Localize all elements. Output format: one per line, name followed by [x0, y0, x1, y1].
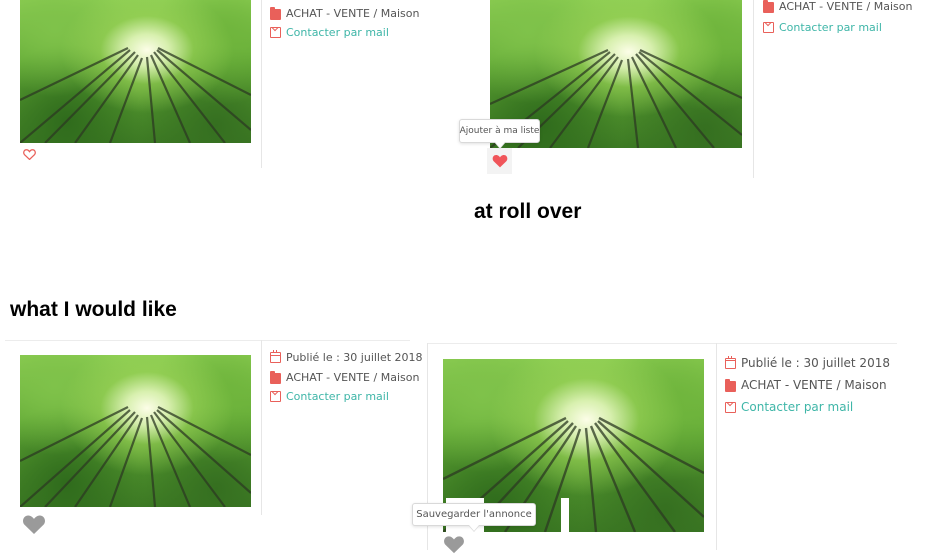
published-text: Publié le : 30 juillet 2018: [286, 351, 423, 364]
contact-link[interactable]: Contacter par mail: [779, 21, 882, 34]
tree-trunks: [20, 406, 251, 507]
tooltip-text: Sauvegarder l'annonce: [416, 509, 532, 520]
photo-gap-strip: [561, 498, 569, 533]
calendar-icon: [725, 355, 736, 369]
contact-row[interactable]: Contacter par mail: [270, 26, 389, 39]
contact-link[interactable]: Contacter par mail: [286, 390, 389, 403]
listing-card-top-right: ACHAT - VENTE / Maison Contacter par mai…: [475, 0, 930, 178]
tree-trunks: [20, 47, 251, 143]
folder-icon: [725, 378, 736, 392]
contact-link[interactable]: Contacter par mail: [741, 400, 853, 414]
contact-link[interactable]: Contacter par mail: [286, 26, 389, 39]
tooltip-save-listing: Sauvegarder l'annonce: [412, 503, 536, 532]
envelope-icon: [270, 391, 281, 402]
heart-icon[interactable]: [22, 514, 46, 535]
listing-card-top-left: ACHAT - VENTE / Maison Contacter par mai…: [5, 0, 419, 168]
heart-icon[interactable]: [443, 535, 465, 554]
caption-rollover: at roll over: [474, 200, 582, 223]
envelope-icon: [763, 22, 774, 33]
category-row: ACHAT - VENTE / Maison: [270, 371, 419, 384]
contact-row[interactable]: Contacter par mail: [725, 400, 853, 414]
heart-icon[interactable]: [23, 149, 36, 160]
folder-icon: [270, 371, 281, 384]
contact-row[interactable]: Contacter par mail: [763, 21, 882, 34]
category-text: ACHAT - VENTE / Maison: [286, 7, 420, 20]
published-row: Publié le : 30 juillet 2018: [725, 355, 890, 370]
forest-photo[interactable]: [20, 0, 251, 143]
category-text: ACHAT - VENTE / Maison: [779, 0, 913, 13]
heart-icon[interactable]: [492, 154, 508, 168]
listing-card-bottom-left: Publié le : 30 juillet 2018 ACHAT - VENT…: [5, 340, 423, 534]
caption-wish: what I would like: [10, 298, 177, 321]
tooltip-text: Ajouter à ma liste: [459, 126, 540, 136]
category-row: ACHAT - VENTE / Maison: [725, 378, 887, 392]
published-text: Publié le : 30 juillet 2018: [741, 356, 890, 370]
category-text: ACHAT - VENTE / Maison: [741, 378, 887, 392]
category-row: ACHAT - VENTE / Maison: [763, 0, 912, 13]
forest-photo[interactable]: [20, 355, 251, 507]
category-text: ACHAT - VENTE / Maison: [286, 371, 420, 384]
calendar-icon: [270, 350, 281, 363]
envelope-icon: [270, 27, 281, 38]
folder-icon: [763, 0, 774, 13]
category-row: ACHAT - VENTE / Maison: [270, 7, 419, 20]
tooltip-add-to-list: Ajouter à ma liste: [459, 119, 540, 149]
folder-icon: [270, 7, 281, 20]
envelope-icon: [725, 401, 736, 413]
contact-row[interactable]: Contacter par mail: [270, 390, 389, 403]
published-row: Publié le : 30 juillet 2018: [270, 350, 423, 364]
